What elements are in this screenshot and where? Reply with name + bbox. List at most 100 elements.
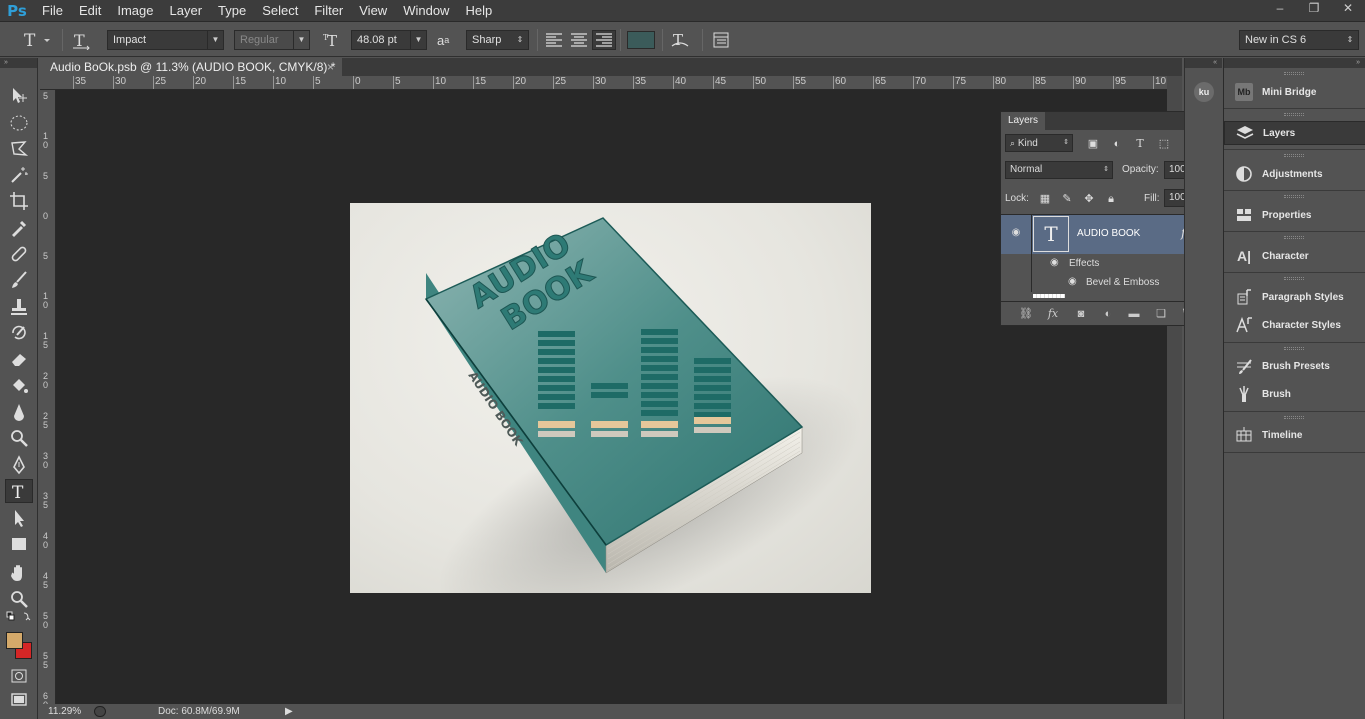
default-colors-icon[interactable] <box>5 610 33 624</box>
new-group-icon[interactable]: ▬ <box>1126 306 1142 322</box>
layer-effect-bevel-row[interactable]: ◉ Bevel & Emboss <box>1001 273 1209 292</box>
visibility-eye-icon[interactable]: ◉ <box>1009 227 1023 238</box>
layer-effects-row[interactable]: ◉ Effects <box>1001 254 1209 273</box>
warp-text-icon[interactable]: T <box>670 30 690 50</box>
zoom-tool-icon[interactable] <box>5 587 33 611</box>
crop-tool-icon[interactable] <box>5 189 33 213</box>
magic-wand-tool-icon[interactable] <box>5 163 33 187</box>
dock-item-brush[interactable]: Brush <box>1224 382 1365 406</box>
align-center-icon[interactable] <box>570 30 588 50</box>
foreground-color-swatch[interactable] <box>6 632 23 649</box>
lock-label: Lock: <box>1005 193 1029 204</box>
lock-all-icon[interactable]: 🔒︎ <box>1104 192 1118 206</box>
menu-layer[interactable]: Layer <box>162 0 211 22</box>
layer-row-audio-book[interactable]: ◉ T AUDIO BOOK fx <box>1001 215 1209 254</box>
marquee-tool-icon[interactable] <box>5 111 33 135</box>
document-image[interactable]: AUDIO BOOK AUDIO BOOK <box>350 203 871 630</box>
status-menu-arrow-icon[interactable]: ▶ <box>285 706 293 717</box>
blend-mode-select[interactable]: Normal ⇕ <box>1005 161 1113 179</box>
dock-item-layers[interactable]: Layers <box>1224 121 1365 145</box>
lock-image-icon[interactable]: ✎ <box>1060 192 1074 206</box>
path-selection-tool-icon[interactable] <box>5 506 33 530</box>
collapse-dock-icon[interactable]: » <box>1224 58 1365 68</box>
document-tab[interactable]: Audio BoOk.psb @ 11.3% (AUDIO BOOK, CMYK… <box>40 58 342 76</box>
eyedropper-tool-icon[interactable] <box>5 216 33 240</box>
pen-tool-icon[interactable] <box>5 453 33 477</box>
dock-item-timeline[interactable]: Timeline <box>1224 423 1365 447</box>
type-tool-icon[interactable]: T <box>5 479 33 503</box>
equalizer-bar <box>538 376 575 382</box>
lasso-tool-icon[interactable] <box>5 137 33 161</box>
new-layer-icon[interactable]: ❏ <box>1153 306 1169 322</box>
dock-item-properties[interactable]: Properties <box>1224 203 1365 227</box>
minimize-button[interactable]: – <box>1263 0 1297 16</box>
add-mask-icon[interactable]: ◙ <box>1073 306 1089 322</box>
chevron-updown-icon: ⇕ <box>1063 139 1069 146</box>
align-right-icon[interactable] <box>592 30 616 50</box>
menu-select[interactable]: Select <box>254 0 306 22</box>
dock-item-brush-presets[interactable]: Brush Presets <box>1224 354 1365 378</box>
antialias-select[interactable]: Sharp ⇕ <box>466 30 529 50</box>
menu-view[interactable]: View <box>351 0 395 22</box>
text-color-swatch[interactable] <box>627 31 655 49</box>
menu-edit[interactable]: Edit <box>71 0 109 22</box>
dock-item-mini-bridge[interactable]: Mb Mini Bridge <box>1224 80 1365 104</box>
dock-item-paragraph-styles[interactable]: Paragraph Styles <box>1224 285 1365 309</box>
dock-item-label: Adjustments <box>1262 168 1323 180</box>
restore-button[interactable]: ❐ <box>1297 0 1331 16</box>
add-layer-style-icon[interactable]: fx <box>1045 306 1061 322</box>
paint-bucket-tool-icon[interactable] <box>5 374 33 398</box>
link-layers-icon[interactable]: ⛓ <box>1018 306 1034 322</box>
filter-pixel-icon[interactable]: ▣ <box>1086 137 1100 151</box>
menu-window[interactable]: Window <box>395 0 457 22</box>
toggle-orientation-icon[interactable]: T <box>72 30 92 50</box>
font-size-select[interactable]: 48.08 pt ▼ <box>351 30 427 50</box>
effects-visibility-eye-icon[interactable]: ◉ <box>1050 257 1059 268</box>
font-style-select[interactable]: Regular ▼ <box>234 30 310 50</box>
move-tool-icon[interactable] <box>5 84 33 108</box>
close-tab-icon[interactable]: × <box>327 58 334 76</box>
zoom-level[interactable]: 11.29% <box>48 706 81 717</box>
layer-filter-select[interactable]: ⌕ Kind ⇕ <box>1005 134 1073 152</box>
status-info-icon[interactable] <box>94 706 106 717</box>
menu-image[interactable]: Image <box>109 0 161 22</box>
filter-shape-icon[interactable]: ⬚ <box>1157 137 1171 151</box>
bevel-visibility-eye-icon[interactable]: ◉ <box>1068 276 1077 287</box>
healing-brush-tool-icon[interactable] <box>5 242 33 266</box>
expand-panels-icon[interactable]: « <box>1185 58 1222 68</box>
menu-file[interactable]: File <box>34 0 71 22</box>
menu-filter[interactable]: Filter <box>306 0 351 22</box>
dodge-tool-icon[interactable] <box>5 426 33 450</box>
eraser-tool-icon[interactable] <box>5 347 33 371</box>
screen-mode-icon[interactable] <box>5 688 33 712</box>
font-family-select[interactable]: Impact ▼ <box>107 30 224 50</box>
close-window-button[interactable]: ✕ <box>1331 0 1365 16</box>
dock-item-adjustments[interactable]: Adjustments <box>1224 162 1365 186</box>
hand-tool-icon[interactable] <box>5 561 33 585</box>
filter-type-icon[interactable]: T <box>1133 137 1147 151</box>
brush-tool-icon[interactable] <box>5 268 33 292</box>
dock-item-character[interactable]: A| Character <box>1224 244 1365 268</box>
menu-help[interactable]: Help <box>457 0 500 22</box>
character-paragraph-panel-icon[interactable] <box>712 30 730 50</box>
filter-adjustment-icon[interactable]: ◐ <box>1110 137 1124 151</box>
workspace-select[interactable]: New in CS 6 ⇕ <box>1239 30 1359 50</box>
kuler-icon[interactable]: ku <box>1194 82 1214 102</box>
quick-mask-icon[interactable] <box>5 664 33 688</box>
menu-type[interactable]: Type <box>210 0 254 22</box>
new-adjustment-layer-icon[interactable]: ◐ <box>1100 306 1116 322</box>
collapse-toolbar-icon[interactable]: » <box>0 58 37 68</box>
align-left-icon[interactable] <box>545 30 563 50</box>
rectangle-tool-icon[interactable] <box>5 532 33 556</box>
blur-tool-icon[interactable] <box>5 400 33 424</box>
clone-stamp-tool-icon[interactable] <box>5 295 33 319</box>
layers-tab[interactable]: Layers <box>1001 112 1046 130</box>
layer-name[interactable]: AUDIO BOOK <box>1077 228 1140 239</box>
equalizer-bar <box>538 367 575 373</box>
dock-item-character-styles[interactable]: Character Styles <box>1224 313 1365 337</box>
history-brush-tool-icon[interactable] <box>5 321 33 345</box>
lock-position-icon[interactable]: ✥ <box>1082 192 1096 206</box>
type-tool-preset-icon[interactable]: T <box>22 30 52 50</box>
lock-transparent-icon[interactable]: ▦ <box>1038 192 1052 206</box>
antialias-icon-letter: a <box>437 32 445 48</box>
